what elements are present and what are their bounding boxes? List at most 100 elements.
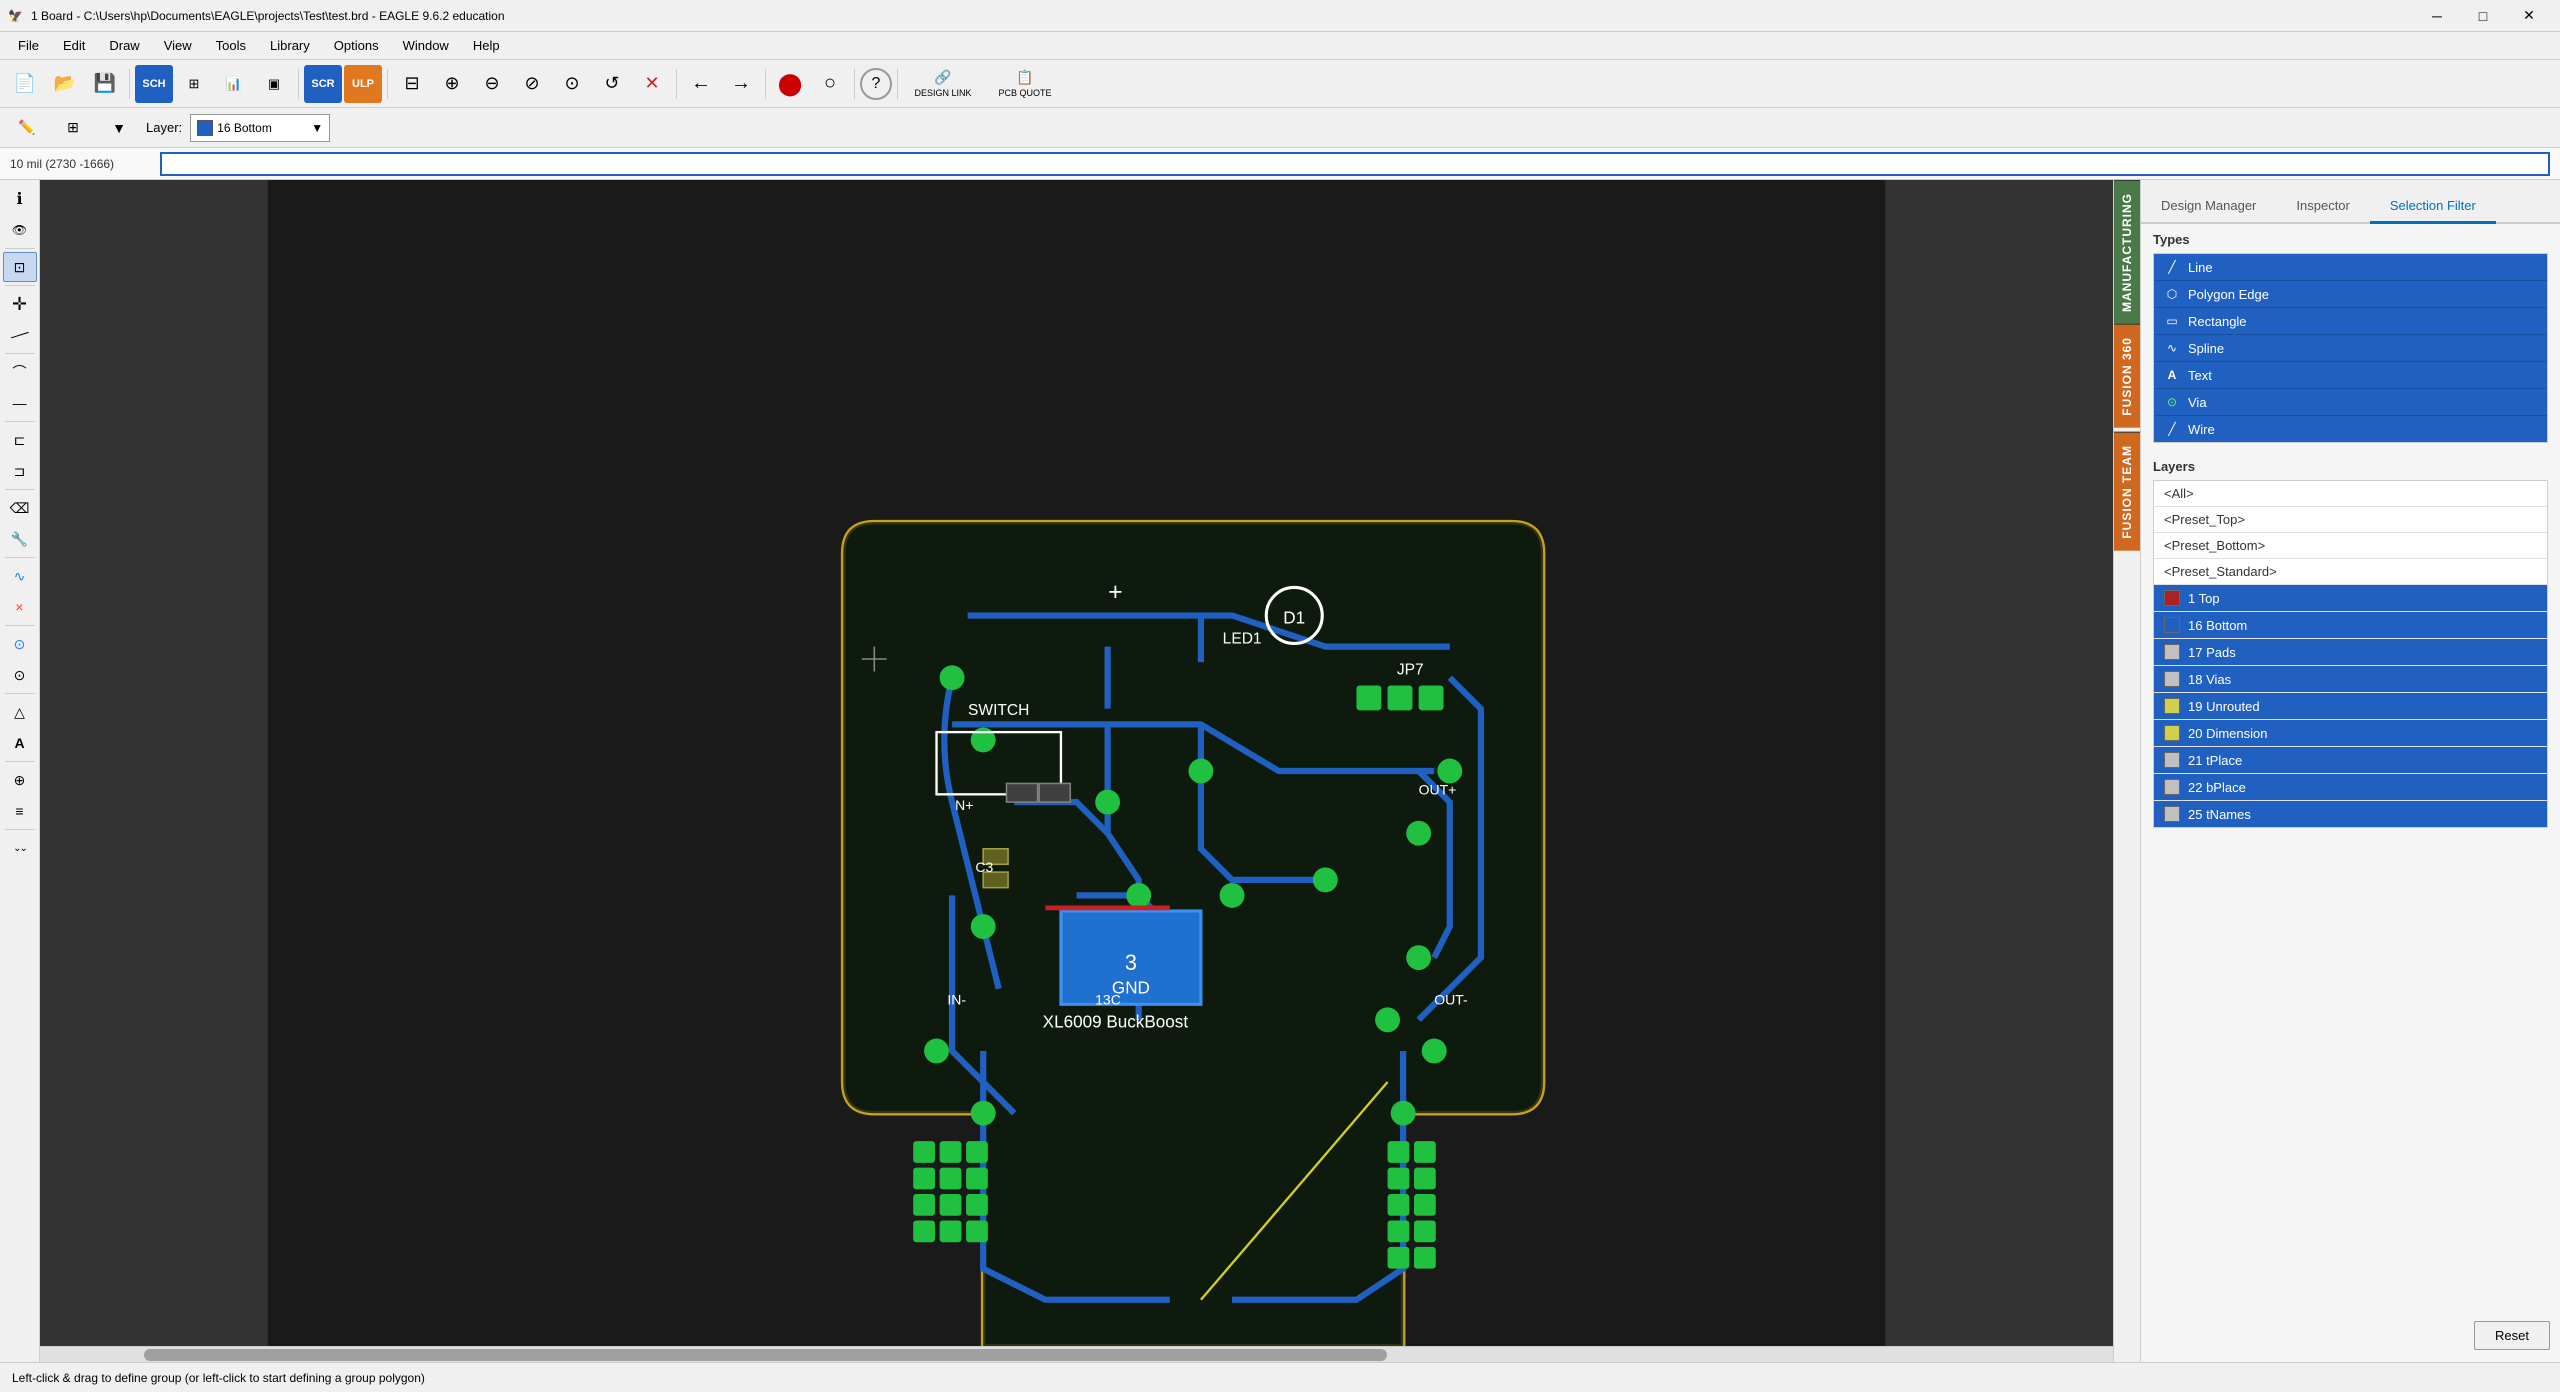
design-link-button[interactable]: 🔗 DESIGN LINK [903,65,983,103]
layer-preset-top[interactable]: <Preset_Top> [2154,507,2547,533]
scrollbar-thumb[interactable] [144,1349,1388,1361]
status-bar: Left-click & drag to define group (or le… [0,1362,2560,1392]
layer-19-color [2164,698,2180,714]
net-button-side[interactable]: ⊕ [3,765,37,795]
clear-errors-button[interactable]: ○ [811,65,849,103]
layer-label: Layer: [146,120,182,135]
copy-button[interactable]: ⊏ [3,425,37,455]
undo-button[interactable]: ← [682,65,720,103]
bus-button[interactable]: ≡ [3,796,37,826]
reset-button[interactable]: Reset [2474,1321,2550,1350]
layer-21-label: 21 tPlace [2188,753,2242,768]
errors-button[interactable]: ⬤ [771,65,809,103]
right-panel-content: Types ╱ Line ⬡ Polygon Edge ▭ Rectangle [2141,224,2560,1362]
package-button[interactable]: ▣ [255,65,293,103]
left-sep-1 [5,248,35,249]
zoom-sel-button[interactable]: ⊘ [513,65,551,103]
fusion360-tab[interactable]: FUSION 360 [2114,324,2140,428]
command-input[interactable] [160,152,2550,176]
layer-preset-all[interactable]: <All> [2154,481,2547,507]
type-spline[interactable]: ∿ Spline [2154,335,2547,362]
via-button[interactable]: ⊙ [3,629,37,659]
type-line[interactable]: ╱ Line [2154,254,2547,281]
ratsnest-button[interactable]: 👁 [3,215,37,245]
drc-button[interactable]: 📊 [215,65,253,103]
redraw-button[interactable]: ↺ [593,65,631,103]
redo-button[interactable]: → [722,65,760,103]
edit-layers-button[interactable]: ✏️ [8,109,46,147]
layer-16-bottom[interactable]: 16 Bottom [2154,612,2547,639]
minimize-button[interactable]: ─ [2414,0,2460,32]
wire-icon: ╱ [2164,421,2180,437]
grid-button[interactable]: ⊞ [54,109,92,147]
menu-view[interactable]: View [154,36,202,55]
line-button[interactable]: — [3,388,37,418]
layer-selector[interactable]: 16 Bottom ▼ [190,114,330,142]
layer-19-unrouted[interactable]: 19 Unrouted [2154,693,2547,720]
fusion-team-tab[interactable]: FUSION TEAM [2114,432,2140,551]
layer-21-tplace[interactable]: 21 tPlace [2154,747,2547,774]
pcb-canvas-container[interactable]: 3 GND SWITCH D1 + JP7 LED1 N+ O [40,180,2113,1362]
stop-button[interactable]: ✕ [633,65,671,103]
layer-preset-bottom[interactable]: <Preset_Bottom> [2154,533,2547,559]
menu-draw[interactable]: Draw [99,36,149,55]
script-button[interactable]: SCR [304,65,342,103]
menu-options[interactable]: Options [324,36,389,55]
more-tools-button[interactable]: ⌄⌄ [3,833,37,863]
left-sep-8 [5,693,35,694]
delete-button[interactable]: ⌫ [3,493,37,523]
info-button[interactable]: ℹ [3,184,37,214]
svg-text:LED1: LED1 [1223,630,1262,647]
pad-button[interactable]: ⊙ [3,660,37,690]
type-text[interactable]: A Text [2154,362,2547,389]
svg-text:SWITCH: SWITCH [968,702,1029,719]
maximize-button[interactable]: □ [2460,0,2506,32]
menu-help[interactable]: Help [463,36,510,55]
menu-tools[interactable]: Tools [206,36,256,55]
pcb-quote-button[interactable]: 📋 PCB QUOTE [985,65,1065,103]
type-polygon-edge[interactable]: ⬡ Polygon Edge [2154,281,2547,308]
zoom-fit-button[interactable]: ⊟ [393,65,431,103]
coord-text: 10 mil (2730 -1666) [10,157,150,171]
tab-selection-filter[interactable]: Selection Filter [2370,190,2496,224]
properties-button[interactable]: 🔧 [3,524,37,554]
text-button[interactable]: A [3,728,37,758]
net-button[interactable]: ⊞ [175,65,213,103]
close-button[interactable]: ✕ [2506,0,2552,32]
type-rectangle[interactable]: ▭ Rectangle [2154,308,2547,335]
type-wire[interactable]: ╱ Wire [2154,416,2547,442]
save-button[interactable]: 💾 [86,65,124,103]
zoom-reset-button[interactable]: ⊙ [553,65,591,103]
layer-17-pads[interactable]: 17 Pads [2154,639,2547,666]
arc-button[interactable]: ⌒ [3,357,37,387]
layer-25-tnames[interactable]: 25 tNames [2154,801,2547,827]
layer-preset-standard[interactable]: <Preset_Standard> [2154,559,2547,585]
layer-22-bplace[interactable]: 22 bPlace [2154,774,2547,801]
filter-button[interactable]: ▼ [100,109,138,147]
paste-button[interactable]: ⊐ [3,456,37,486]
menu-edit[interactable]: Edit [53,36,95,55]
zoom-in-button[interactable]: ⊕ [433,65,471,103]
ulp-button[interactable]: ULP [344,65,382,103]
tab-design-manager[interactable]: Design Manager [2141,190,2276,224]
open-button[interactable]: 📂 [46,65,84,103]
preset-all-label: <All> [2164,486,2194,501]
menu-library[interactable]: Library [260,36,320,55]
select-button[interactable]: ⊡ [3,252,37,282]
zoom-out-button[interactable]: ⊖ [473,65,511,103]
menu-window[interactable]: Window [393,36,459,55]
schematic-button[interactable]: SCH [135,65,173,103]
route-button[interactable]: × [3,592,37,622]
polygon-button[interactable]: △ [3,697,37,727]
help-button[interactable]: ? [860,68,892,100]
menu-file[interactable]: File [8,36,49,55]
new-button[interactable]: 📄 [6,65,44,103]
tab-inspector[interactable]: Inspector [2276,190,2369,224]
layer-1-top[interactable]: 1 Top [2154,585,2547,612]
measure-button[interactable]: ╱ [0,312,40,357]
wire-button[interactable]: ∿ [3,561,37,591]
layer-18-vias[interactable]: 18 Vias [2154,666,2547,693]
type-via[interactable]: ⊙ Via [2154,389,2547,416]
layer-20-dimension[interactable]: 20 Dimension [2154,720,2547,747]
manufacturing-tab[interactable]: MANUFACTURING [2114,180,2140,324]
